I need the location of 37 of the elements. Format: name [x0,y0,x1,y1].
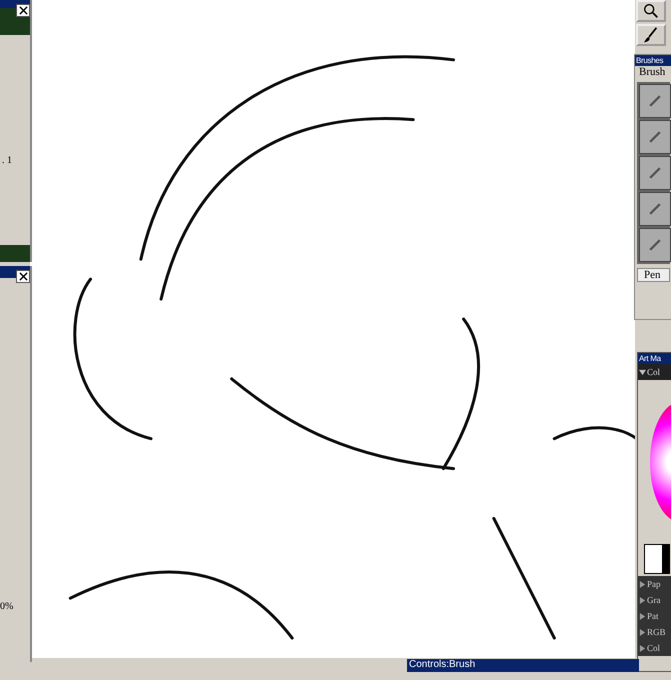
section-label: Col [647,367,660,377]
brush-variant-icon[interactable] [639,156,671,190]
expand-triangle-icon [639,644,646,652]
section-header[interactable]: Col [638,640,671,656]
brush-variant-icon[interactable] [639,192,671,226]
brush-variant-icon[interactable] [639,84,671,118]
close-button[interactable] [16,4,30,17]
section-header[interactable]: Gra [638,592,671,608]
expand-triangle-icon [639,580,646,588]
controls-bar: Controls:Brush [407,659,639,672]
expand-triangle-icon [639,612,646,620]
section-header[interactable]: RGB [638,624,671,640]
color-swatches[interactable] [644,544,670,574]
palette-title: Brushes [635,55,671,66]
opacity-value: 0% [0,601,14,612]
brush-variant-icon[interactable] [639,120,671,154]
brush-icon [642,26,660,44]
expand-triangle-icon [639,628,646,636]
section-label: Col [647,643,660,653]
brush-variant-icon[interactable] [639,228,671,262]
section-label: Gra [647,595,660,605]
section-label: Pap [647,579,660,589]
section-label: RGB [647,627,666,637]
palette-text: . 1 [2,155,12,166]
search-tool[interactable] [636,0,666,22]
palette-title: Art Ma [638,353,671,364]
brush-category[interactable]: Brush [635,66,671,78]
section-header[interactable]: Col [638,364,671,380]
brush-variant-dropdown[interactable]: Pen [637,268,670,282]
search-icon [642,2,660,20]
section-header[interactable]: Pat [638,608,671,624]
section-label: Pat [647,611,659,621]
close-button[interactable] [16,270,30,283]
collapse-triangle-icon [639,368,646,376]
section-header[interactable]: Pap [638,576,671,592]
brush-tool[interactable] [636,24,666,46]
expand-triangle-icon [639,596,646,604]
